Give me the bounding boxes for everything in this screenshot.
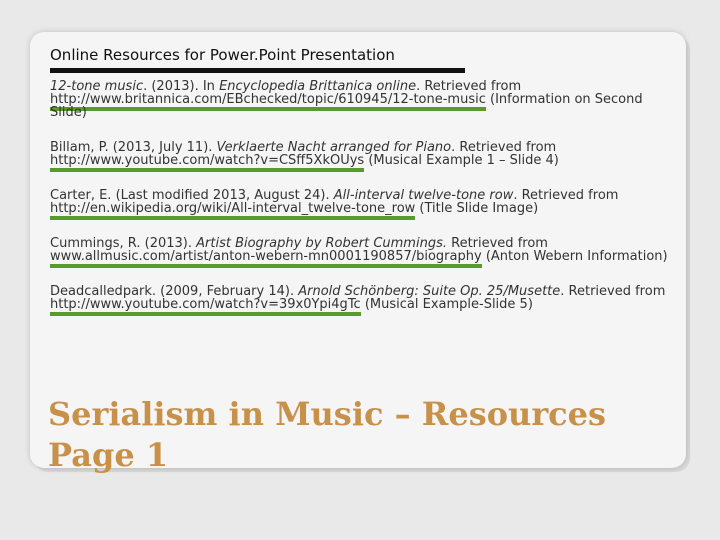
reference-item-3: Carter, E. (Last modified 2013, August 2… <box>50 189 680 220</box>
reference-list: 12-tone music. (2013). In Encyclopedia B… <box>50 80 680 333</box>
reference-note: (Musical Example 1 – Slide 4) <box>364 153 559 168</box>
reference-item-5: Deadcalledpark. (2009, February 14). Arn… <box>50 284 680 316</box>
reference-item-4: Cummings, R. (2013). Artist Biography by… <box>50 237 680 268</box>
reference-note: (Musical Example-Slide 5) <box>360 297 533 312</box>
reference-item-1: 12-tone music. (2013). In Encyclopedia B… <box>50 80 680 119</box>
reference-item-2: Billam, P. (2013, July 11). Verklaerte N… <box>50 141 680 172</box>
header-rule <box>50 68 465 73</box>
reference-link[interactable]: http://www.youtube.com/watch?v=39x0Ypi4g… <box>50 297 361 316</box>
reference-link[interactable]: http://www.britannica.com/EBchecked/topi… <box>50 92 486 111</box>
slide-title-line-1: Serialism in Music – Resources <box>48 395 607 433</box>
reference-note: (Title Slide Image) <box>415 201 539 216</box>
reference-link[interactable]: www.allmusic.com/artist/anton-webern-mn0… <box>50 249 482 268</box>
header-title: Online Resources for Power.Point Present… <box>50 46 395 64</box>
reference-link[interactable]: http://en.wikipedia.org/wiki/All-interva… <box>50 201 416 220</box>
slide-title: Serialism in Music – Resources Page 1 <box>48 394 606 476</box>
reference-retrieved: . Retrieved from <box>560 284 666 299</box>
reference-note: (Anton Webern Information) <box>481 249 668 264</box>
reference-link[interactable]: http://www.youtube.com/watch?v=CSff5XkOU… <box>50 153 365 172</box>
slide-title-line-2: Page 1 <box>48 436 169 474</box>
